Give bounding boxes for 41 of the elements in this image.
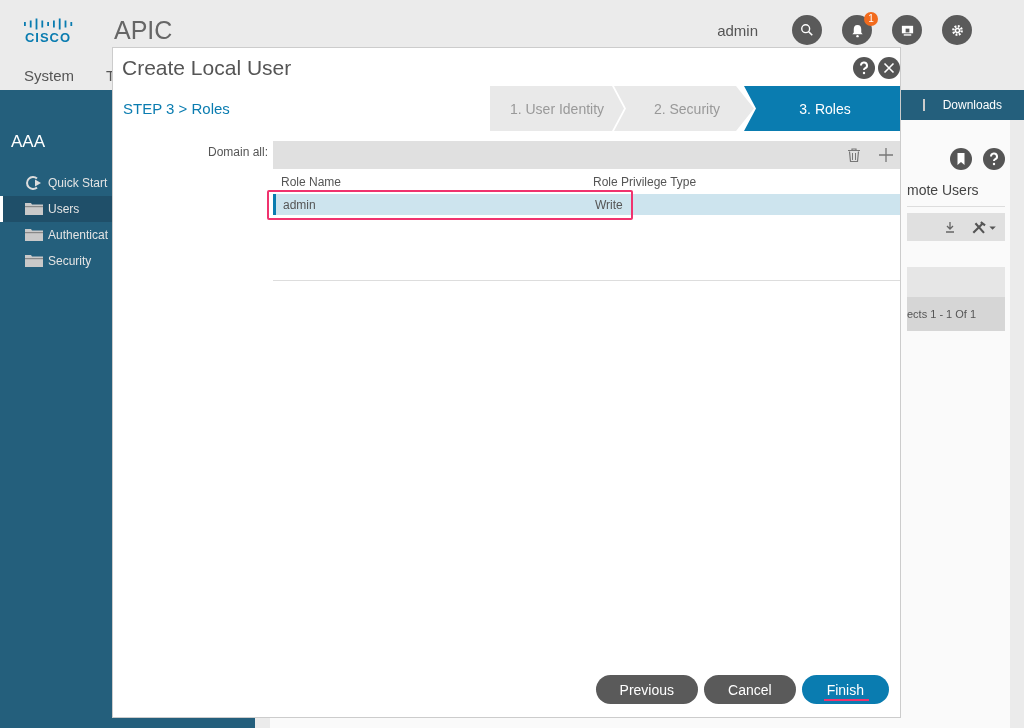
- bell-button[interactable]: [842, 15, 872, 45]
- folder-icon: [24, 201, 44, 217]
- table-cell-text: admin: [282, 197, 317, 212]
- folder-icon: [24, 253, 44, 269]
- trash-icon[interactable]: [846, 147, 862, 163]
- nav-tab[interactable]: System: [24, 66, 74, 84]
- gear-icon[interactable]: [949, 22, 965, 38]
- logo-bars-icon: [23, 16, 73, 31]
- finish-button[interactable]: Finish: [801, 675, 889, 704]
- help-icon[interactable]: [853, 57, 875, 79]
- dialog-title: Create Local User: [122, 56, 292, 80]
- folder-icon: [24, 227, 44, 243]
- tools-icon[interactable]: [971, 219, 997, 235]
- wizard-step[interactable]: 3. Roles: [744, 86, 900, 131]
- column-header: Role Privilege Type: [593, 174, 697, 189]
- table-cell: Write: [595, 197, 623, 212]
- sidebar-title: AAA: [11, 132, 46, 151]
- bookmark-icon[interactable]: [950, 148, 972, 170]
- search-button[interactable]: [792, 15, 822, 45]
- logo-text: CISCO: [24, 30, 72, 44]
- user-name[interactable]: admin: [717, 21, 758, 39]
- settings-button[interactable]: [942, 15, 972, 45]
- close-icon[interactable]: [878, 57, 900, 79]
- dialog-button[interactable]: Previous: [595, 675, 699, 704]
- download-icon[interactable]: [943, 220, 957, 234]
- table-row[interactable]: admin Write: [273, 194, 900, 215]
- sidebar-item[interactable]: Quick Start: [0, 170, 255, 196]
- pagination-text: ects 1 - 1 Of 1: [907, 297, 1005, 331]
- help-icon[interactable]: [983, 148, 1005, 170]
- search-icon[interactable]: [800, 23, 814, 37]
- sidebar-item[interactable]: Authenticat: [0, 222, 255, 248]
- notification-count: 1: [864, 12, 878, 26]
- downloads-link[interactable]: Downloads: [922, 99, 1002, 111]
- domain-label: Domain all:: [207, 145, 268, 159]
- step-label: STEP 3 > Roles: [122, 100, 230, 117]
- sidebar-item[interactable]: Security: [0, 248, 255, 274]
- monitor-button[interactable]: [892, 15, 922, 45]
- app-title: APIC: [114, 15, 173, 45]
- dialog-button[interactable]: Cancel: [704, 675, 796, 704]
- column-header: Role Name: [280, 174, 343, 189]
- panel-title: mote Users: [907, 182, 1005, 207]
